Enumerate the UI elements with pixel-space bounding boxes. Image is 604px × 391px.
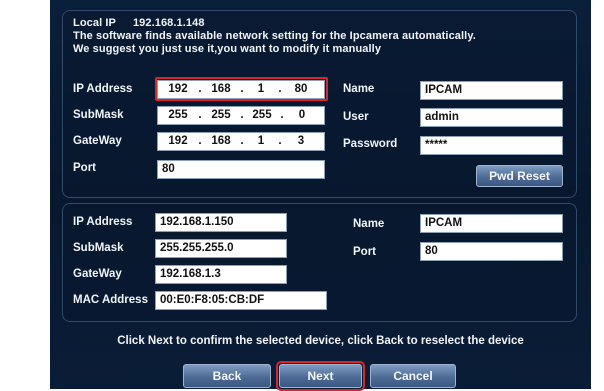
gateway-dot: . <box>240 135 244 147</box>
submask-octet-3[interactable]: 255 <box>246 107 278 124</box>
ip-address-highlight <box>155 77 328 101</box>
user-label: User <box>343 111 369 123</box>
submask-dot: . <box>198 109 202 121</box>
pwd-reset-button[interactable]: Pwd Reset <box>476 165 563 187</box>
device-port-label: Port <box>353 246 376 258</box>
cancel-button[interactable]: Cancel <box>370 364 456 388</box>
gateway-octet-4[interactable]: 3 <box>284 133 318 150</box>
gateway-label: GateWay <box>73 135 122 147</box>
submask-octet-2[interactable]: 255 <box>204 107 238 124</box>
network-setting-panel: Local IP 192.168.1.148 The software find… <box>62 10 577 198</box>
device-ip-value: 192.168.1.150 <box>155 213 287 232</box>
submask-dot: . <box>280 109 284 121</box>
local-ip-line: Local IP 192.168.1.148 <box>73 17 476 30</box>
name-label: Name <box>343 83 375 95</box>
gateway-octet-1[interactable]: 192 <box>160 133 196 150</box>
gateway-field[interactable]: 192 . 168 . 1 . 3 <box>157 132 325 151</box>
device-name-label: Name <box>353 218 385 230</box>
name-input[interactable]: IPCAM <box>420 81 563 100</box>
back-button[interactable]: Back <box>183 364 271 388</box>
info-line-1: The software finds available network set… <box>73 30 476 42</box>
next-button-highlight <box>276 361 365 391</box>
device-submask-label: SubMask <box>73 242 124 254</box>
device-info-panel: IP Address SubMask GateWay MAC Address 1… <box>62 203 577 322</box>
password-label: Password <box>343 138 398 150</box>
info-line-2: We suggest you just use it,you want to m… <box>73 43 382 55</box>
user-input[interactable]: admin <box>420 108 563 127</box>
detected-info: Local IP 192.168.1.148 The software find… <box>73 17 476 56</box>
device-port-value: 80 <box>420 242 563 261</box>
submask-field[interactable]: 255 . 255 . 255 . 0 <box>157 106 325 125</box>
device-mac-label: MAC Address <box>73 294 148 306</box>
port-label: Port <box>73 162 96 174</box>
device-name-value: IPCAM <box>420 214 563 233</box>
local-ip-label: Local IP <box>73 17 116 29</box>
gateway-dot: . <box>278 135 282 147</box>
device-gateway-label: GateWay <box>73 268 122 280</box>
gateway-octet-3[interactable]: 1 <box>246 133 276 150</box>
password-input[interactable]: ***** <box>420 136 563 155</box>
submask-dot: . <box>240 109 244 121</box>
device-gateway-value: 192.168.1.3 <box>155 265 287 284</box>
port-input[interactable]: 80 <box>157 160 325 179</box>
device-ip-label: IP Address <box>73 216 133 228</box>
ip-address-label: IP Address <box>73 83 133 95</box>
submask-octet-1[interactable]: 255 <box>160 107 196 124</box>
device-mac-value: 00:E0:F8:05:CB:DF <box>155 291 327 310</box>
submask-label: SubMask <box>73 109 124 121</box>
network-setup-dialog: Local IP 192.168.1.148 The software find… <box>50 0 591 391</box>
submask-octet-4[interactable]: 0 <box>286 107 318 124</box>
instruction-text: Click Next to confirm the selected devic… <box>117 335 524 347</box>
gateway-dot: . <box>198 135 202 147</box>
device-submask-value: 255.255.255.0 <box>155 239 287 258</box>
gateway-octet-2[interactable]: 168 <box>204 133 238 150</box>
local-ip-value: 192.168.1.148 <box>132 17 205 29</box>
